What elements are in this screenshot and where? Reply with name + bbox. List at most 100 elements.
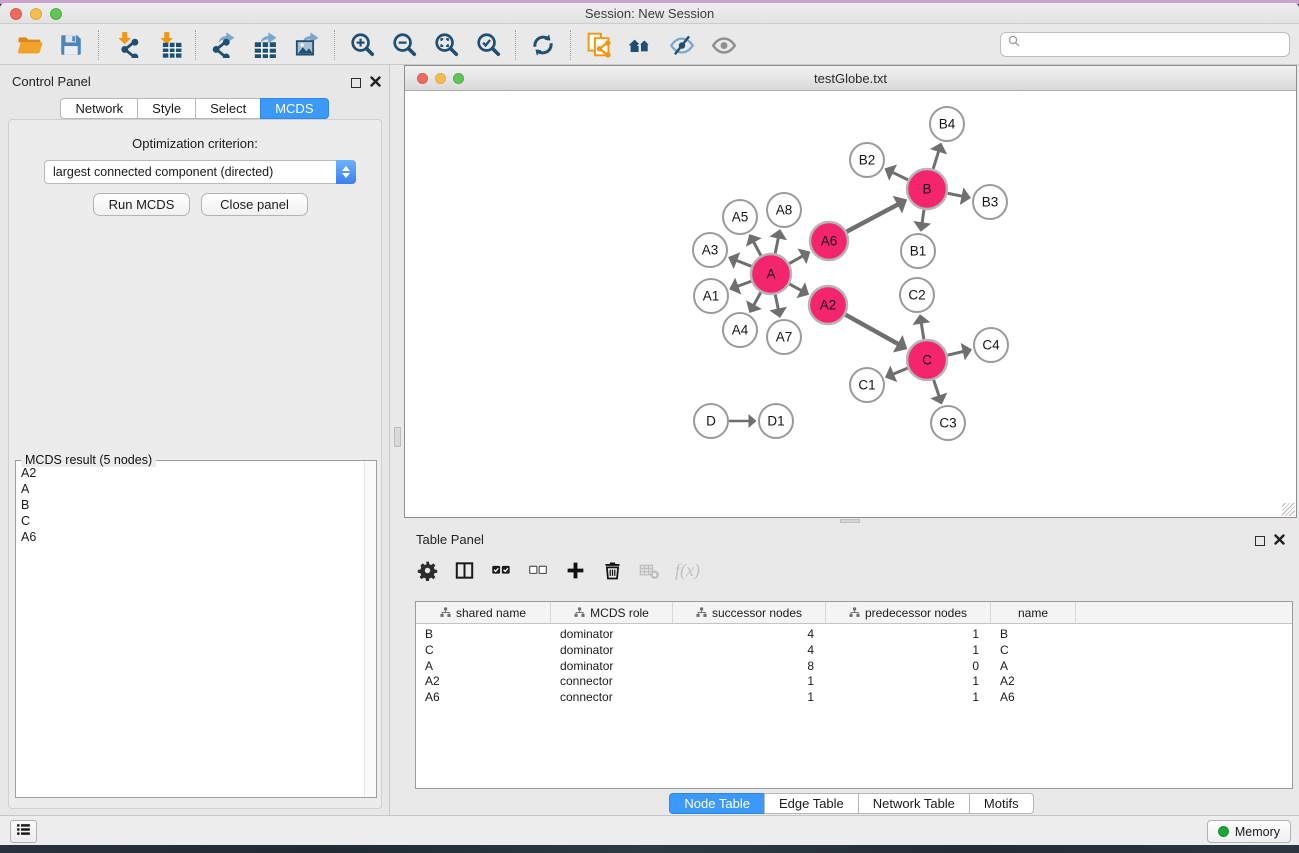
table-cell[interactable]: 1 <box>673 690 826 706</box>
split-handle-vertical[interactable] <box>394 427 401 447</box>
zoom-out-icon[interactable] <box>389 30 419 60</box>
export-network-icon[interactable] <box>208 30 238 60</box>
add-column-icon[interactable] <box>564 559 586 581</box>
tab-network-table[interactable]: Network Table <box>858 793 969 814</box>
table-cell[interactable]: 1 <box>826 627 991 643</box>
graph-node-B3[interactable]: B3 <box>973 185 1007 219</box>
table-options-icon[interactable] <box>416 559 438 581</box>
graph-node-C3[interactable]: C3 <box>931 406 965 440</box>
deselect-all-icon[interactable] <box>527 559 549 581</box>
table-cell[interactable]: 1 <box>826 690 991 706</box>
table-cell[interactable]: dominator <box>551 659 673 675</box>
edge-A-A5[interactable] <box>753 242 761 256</box>
edge-A-A8[interactable] <box>775 237 778 253</box>
column-header-successor-nodes[interactable]: successor nodes <box>673 602 826 623</box>
tab-motifs[interactable]: Motifs <box>969 793 1034 814</box>
search-input[interactable] <box>1023 38 1283 52</box>
graph-node-C2[interactable]: C2 <box>900 278 934 312</box>
edge-A-A2[interactable] <box>789 284 801 291</box>
edge-B-B2[interactable] <box>892 172 908 180</box>
edge-A-A3[interactable] <box>736 260 751 266</box>
column-header-shared-name[interactable]: shared name <box>416 602 551 623</box>
table-row[interactable]: Bdominator41B <box>416 627 1292 643</box>
zoom-fit-icon[interactable] <box>431 30 461 60</box>
graph-node-A4[interactable]: A4 <box>723 313 757 347</box>
edge-A6-B[interactable] <box>847 204 899 231</box>
table-cell[interactable]: A6 <box>416 690 551 706</box>
close-panel-icon[interactable] <box>370 74 381 92</box>
float-panel-icon[interactable] <box>1255 536 1265 546</box>
column-header-predecessor-nodes[interactable]: predecessor nodes <box>826 602 991 623</box>
edge-A-A6[interactable] <box>789 256 803 264</box>
edge-B-B3[interactable] <box>948 193 963 196</box>
import-network-icon[interactable] <box>111 30 141 60</box>
table-cell[interactable]: B <box>416 627 551 643</box>
table-cell[interactable]: 1 <box>673 674 826 690</box>
table-cell[interactable]: 1 <box>826 674 991 690</box>
table-cell[interactable]: connector <box>551 690 673 706</box>
tab-node-table[interactable]: Node Table <box>669 793 764 814</box>
graph-node-C4[interactable]: C4 <box>974 328 1008 362</box>
new-network-from-selection-icon[interactable] <box>583 30 613 60</box>
network-canvas[interactable]: AA1A2A3A4A5A6A7A8BB1B2B3B4CC1C2C3C4DD1 <box>405 92 1296 517</box>
graph-node-A3[interactable]: A3 <box>693 233 727 267</box>
refresh-icon[interactable] <box>528 30 558 60</box>
edge-C-C1[interactable] <box>893 368 908 374</box>
table-cell[interactable]: 0 <box>826 659 991 675</box>
resize-grip[interactable] <box>1282 503 1295 516</box>
optimization-dropdown[interactable]: largest connected component (directed) <box>44 160 356 184</box>
table-cell[interactable]: A6 <box>991 690 1076 706</box>
first-neighbors-icon[interactable] <box>625 30 655 60</box>
edge-A-A4[interactable] <box>754 292 761 305</box>
table-cell[interactable]: 4 <box>673 643 826 659</box>
mcds-result-item[interactable]: C <box>17 513 363 529</box>
column-header-name[interactable]: name <box>991 602 1076 623</box>
table-cell[interactable]: connector <box>551 674 673 690</box>
tab-style[interactable]: Style <box>137 98 195 119</box>
graph-node-A8[interactable]: A8 <box>767 193 801 227</box>
select-all-icon[interactable] <box>490 559 512 581</box>
graph-node-B2[interactable]: B2 <box>850 143 884 177</box>
edge-A-A1[interactable] <box>737 281 751 286</box>
mcds-result-item[interactable]: A <box>17 481 363 497</box>
table-cell[interactable]: C <box>416 643 551 659</box>
table-row[interactable]: Cdominator41C <box>416 643 1292 659</box>
mcds-result-item[interactable]: B <box>17 497 363 513</box>
edge-A2-C[interactable] <box>845 315 898 345</box>
graph-node-D1[interactable]: D1 <box>759 404 793 438</box>
hide-selected-icon[interactable] <box>667 30 697 60</box>
table-cell[interactable]: 8 <box>673 659 826 675</box>
edge-C-C2[interactable] <box>921 323 924 340</box>
export-table-icon[interactable] <box>250 30 280 60</box>
table-cell[interactable]: B <box>991 627 1076 643</box>
import-table-icon[interactable] <box>153 30 183 60</box>
graph-node-C[interactable]: C <box>907 340 947 380</box>
edge-C-C3[interactable] <box>934 380 940 397</box>
tab-network[interactable]: Network <box>60 98 137 119</box>
table-cell[interactable]: A <box>991 659 1076 675</box>
tab-mcds[interactable]: MCDS <box>260 98 328 119</box>
graph-node-D[interactable]: D <box>694 404 728 438</box>
float-panel-icon[interactable] <box>351 78 361 88</box>
graph-node-A5[interactable]: A5 <box>723 200 757 234</box>
close-panel-button[interactable]: Close panel <box>201 193 308 216</box>
graph-node-B4[interactable]: B4 <box>930 107 964 141</box>
edge-B-B1[interactable] <box>922 210 924 224</box>
graph-node-A6[interactable]: A6 <box>810 222 848 260</box>
delete-column-icon[interactable] <box>601 559 623 581</box>
mcds-result-item[interactable]: A6 <box>17 529 363 545</box>
table-cell[interactable]: A <box>416 659 551 675</box>
graph-node-A7[interactable]: A7 <box>767 320 801 354</box>
task-history-button[interactable] <box>10 820 37 843</box>
tab-select[interactable]: Select <box>195 98 260 119</box>
graph-node-A2[interactable]: A2 <box>809 286 847 324</box>
table-row[interactable]: Adominator80A <box>416 659 1292 675</box>
show-columns-icon[interactable] <box>453 559 475 581</box>
table-cell[interactable]: A2 <box>991 674 1076 690</box>
table-row[interactable]: A2connector11A2 <box>416 674 1292 690</box>
graph-node-A1[interactable]: A1 <box>694 279 728 313</box>
edge-B-B4[interactable] <box>933 151 939 169</box>
open-session-icon[interactable] <box>14 30 44 60</box>
edge-C-C4[interactable] <box>947 351 963 355</box>
graph-node-A[interactable]: A <box>751 254 791 294</box>
